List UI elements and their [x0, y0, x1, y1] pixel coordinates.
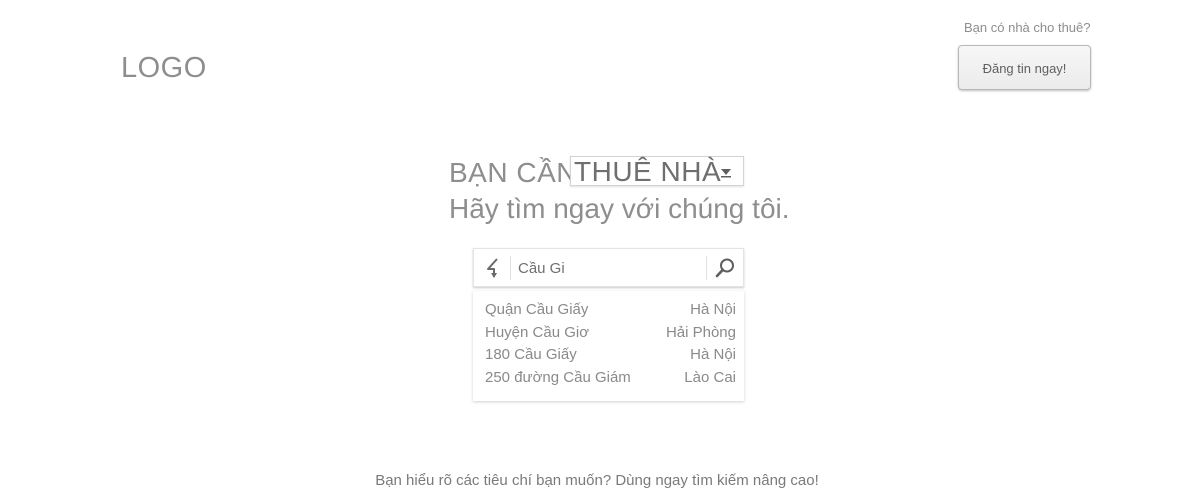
suggestion-item[interactable]: 180 Cầu Giấy Hà Nội: [473, 344, 744, 367]
need-type-selected-value: THUÊ NHÀ: [574, 156, 722, 187]
suggestion-city: Lào Cai: [684, 368, 736, 386]
need-type-select[interactable]: THUÊ NHÀ: [570, 156, 744, 187]
suggestion-city: Hà Nội: [690, 346, 736, 363]
location-arrow-icon[interactable]: [482, 256, 506, 280]
hero-prefix: BẠN CẦN: [449, 157, 577, 188]
dropdown-arrow-icon: [721, 169, 731, 178]
hero-tagline: Hãy tìm ngay với chúng tôi.: [449, 193, 790, 224]
logo[interactable]: LOGO: [121, 50, 207, 86]
suggestion-city: Hải Phòng: [665, 323, 736, 341]
suggestion-item[interactable]: Quận Cầu Giấy Hà Nội: [473, 299, 744, 322]
owner-question-text: Bạn có nhà cho thuê?: [964, 20, 1091, 35]
suggestion-item[interactable]: Huyện Cầu Giơ Hải Phòng: [473, 322, 744, 345]
magnifier-icon[interactable]: [713, 256, 737, 280]
suggestion-dropdown: Quận Cầu Giấy Hà Nội Huyện Cầu Giơ Hải P…: [473, 291, 744, 401]
search-divider-right: [706, 256, 707, 280]
post-listing-button[interactable]: Đăng tin ngay!: [958, 45, 1091, 90]
suggestion-place: Quận Cầu Giấy: [485, 301, 589, 318]
suggestion-place: 180 Cầu Giấy: [485, 346, 577, 363]
suggestion-item[interactable]: 250 đường Cầu Giám Lào Cai: [473, 367, 744, 390]
location-search-input[interactable]: [518, 255, 704, 281]
suggestion-city: Hà Nội: [690, 301, 736, 318]
suggestion-place: Huyện Cầu Giơ: [485, 323, 590, 341]
hero-heading: BẠN CẦN THUÊ NHÀ: [449, 156, 744, 190]
search-divider-left: [510, 256, 511, 280]
suggestion-place: 250 đường Cầu Giám: [485, 368, 631, 386]
location-search-box: [473, 248, 744, 287]
advanced-search-link[interactable]: Bạn hiểu rõ các tiêu chí bạn muốn? Dùng …: [0, 472, 1194, 490]
